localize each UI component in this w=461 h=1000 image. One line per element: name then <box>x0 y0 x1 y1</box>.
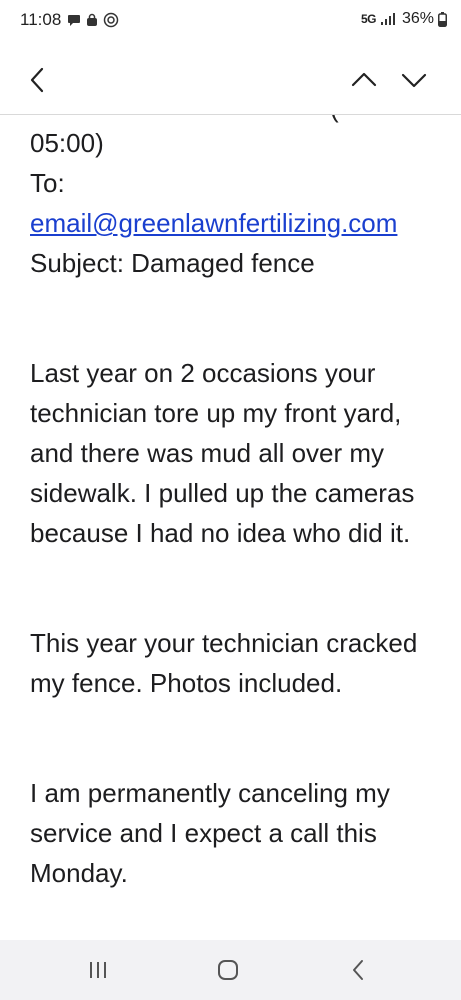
home-button[interactable] <box>208 954 248 986</box>
next-message-button[interactable] <box>396 62 432 98</box>
recent-apps-icon <box>90 962 106 978</box>
home-icon <box>218 960 238 980</box>
battery-percent: 36% <box>401 10 434 27</box>
network-type: 5G <box>360 12 377 26</box>
recent-apps-button[interactable] <box>78 954 118 986</box>
to-email-link[interactable]: email@greenlawnfertilizing.com <box>30 208 397 238</box>
nfc-icon <box>103 12 119 28</box>
back-button[interactable] <box>20 62 56 98</box>
clipped-header-line <box>218 115 336 122</box>
chevron-left-icon <box>30 67 44 93</box>
subject-line: Subject: Damaged fence <box>30 248 315 278</box>
body-paragraph-1: Last year on 2 occasions your technician… <box>30 358 415 548</box>
status-bar: 11:08 5G 36% <box>0 0 461 44</box>
chevron-down-icon <box>401 73 427 88</box>
bag-icon <box>87 13 97 26</box>
status-time: 11:08 <box>20 10 62 29</box>
body-paragraph-2: This year your technician cracked my fen… <box>30 628 418 698</box>
system-back-button[interactable] <box>338 954 378 986</box>
to-label: To: <box>30 168 65 198</box>
signal-icon <box>380 13 395 25</box>
back-icon <box>353 960 363 980</box>
chat-bubble-icon <box>68 15 80 26</box>
timezone-line: 05:00) <box>30 128 104 158</box>
body-paragraph-3: I am permanently canceling my service an… <box>30 778 390 888</box>
battery-icon <box>438 11 447 27</box>
system-nav-bar <box>0 940 461 1000</box>
previous-message-button[interactable] <box>346 62 382 98</box>
chevron-up-icon <box>351 72 377 87</box>
status-right: 5G 36% <box>361 10 447 28</box>
message-toolbar <box>0 44 461 115</box>
message-body[interactable]: ( 05:00) To: email@greenlawnfertilizing.… <box>0 115 461 940</box>
notification-icons <box>67 12 119 28</box>
forwarded-header: 05:00) To: email@greenlawnfertilizing.co… <box>30 123 440 283</box>
